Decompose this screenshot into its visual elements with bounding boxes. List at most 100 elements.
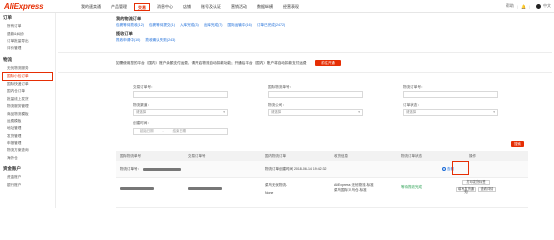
sidebar-group-orders: 订单 [3,15,12,20]
chevron-down-icon: ▾ [358,110,360,114]
filter-completed[interactable]: 订单已完成(2472) [257,23,285,28]
channel-select[interactable]: 请选择 ▾ [133,109,228,116]
logistics-order-input[interactable] [403,91,498,98]
sidebar-item-declaration[interactable]: 申报管理 [0,140,55,147]
row-order-label: 物流订单号： [120,167,141,171]
help-link[interactable]: 帮助 [506,3,514,9]
date-range-separator: - [162,129,164,133]
view-details-button[interactable]: 查看详情 [478,187,496,192]
sidebar-item-product-template[interactable]: 商品物流模板 [0,110,55,117]
sidebar-item-freight-template[interactable]: 运费模板 [0,118,55,125]
aliexpress-logo[interactable]: AliExpress [4,2,44,11]
fill-notice-button[interactable]: 填写发货通知 [456,187,476,194]
sidebar-item-shipping-mgmt[interactable]: 发货管理 [0,133,55,140]
nav-performance[interactable]: 经营表现 [280,3,302,11]
filter-awaiting-pickup[interactable]: 包裹等待揽收(12) [116,23,144,28]
sidebar: 订单 所有订单 退款&纠纷 订单批量导出 评价管理 物流 无忧物流服务 国际小包… [0,13,56,208]
auto-deduct-notice: 如需使用您的平台（国内）账户余额支付运费，请开启物流自动扣款功能；开通后平台（国… [116,61,307,65]
sidebar-item-refunds[interactable]: 退款&纠纷 [0,30,55,37]
masked-trade-order [188,187,222,190]
divider [58,72,552,73]
masked-tracking-number [120,187,154,190]
masked-order-number [143,168,181,171]
chevron-down-icon: ▾ [223,110,225,114]
enable-auto-deduct-button[interactable]: 前往开通 [315,60,341,66]
nav-data[interactable]: 数据纵横 [254,3,276,11]
trade-order-input[interactable] [133,91,228,98]
table-row: 菜鸟无忧物流- None AliExpress 无忧物流-标准 菜鸟国际义乌仓-… [116,178,528,208]
carrier-select-value: 请选择 [271,110,282,114]
pickup-filters: 揽收申请中(10) 揽收确认失败(243) [116,38,180,43]
sidebar-group-funds: 资金账户 [3,166,21,171]
col-order-status: 物流订单状态 [401,154,422,158]
sidebar-item-solution-query[interactable]: 物流方案查询 [0,147,55,154]
info-icon: i [442,167,446,172]
carrier-label: 物流公司： [268,103,286,107]
sidebar-item-fund-account[interactable]: 资金账户 [0,174,55,181]
sidebar-item-logistics-service[interactable]: 物流服务管理 [0,103,55,110]
date-start[interactable]: 起始日期 [140,129,154,133]
filter-inbound-done[interactable]: 入库完成(3) [180,23,199,28]
sidebar-group-logistics: 物流 [3,56,12,62]
sidebar-item-intl-packet-orders[interactable]: 国际小包订单 [2,71,53,81]
sidebar-item-bank-account[interactable]: 银行账户 [0,181,55,188]
nav-account[interactable]: 账号及认证 [198,3,224,11]
trade-order-label: 交易订单号： [133,85,155,89]
order-status-select[interactable]: 请选择 ▾ [403,109,498,116]
sidebar-item-export[interactable]: 订单批量导出 [0,38,55,45]
top-right-tools: 帮助 | 🔔 | 中文 [506,3,551,9]
separator: | [528,3,530,9]
sidebar-item-reviews[interactable]: 评价管理 [0,45,55,52]
channel-select-value: 请选择 [136,110,147,114]
avatar[interactable] [536,3,541,9]
date-end[interactable]: 结束日期 [173,129,187,133]
col-domestic-order: 国内物流订单 [265,154,286,158]
channel-label: 物流渠道： [133,103,151,107]
sidebar-item-overseas[interactable]: 海外仓 [0,155,55,162]
sidebar-item-all-orders[interactable]: 所有订单 [0,23,55,30]
nav-products[interactable]: 产品管理 [108,3,130,11]
warehouse-name: 菜鸟国际义乌仓-标准 [334,188,367,192]
divider [58,52,552,53]
nav-store[interactable]: 店铺 [180,3,194,11]
sidebar-item-intl-express[interactable]: 国际快递订单 [0,81,55,88]
created-time-label: 创建时间： [133,121,151,125]
filter-outbound-done[interactable]: 出库完成(7) [204,23,223,28]
col-receiver-info: 收货信息 [334,154,348,158]
filter-pickup-applying[interactable]: 揽收申请中(10) [116,38,140,43]
nav-trade[interactable]: 交易 [134,3,150,11]
carrier-select[interactable]: 请选择 ▾ [268,109,363,116]
order-status-label: 订单状态： [403,103,421,107]
sidebar-item-batch-ship[interactable]: 批量线上发货 [0,96,55,103]
nav-my-aliexpress[interactable]: 我的速卖通 [78,3,104,11]
carrier-sub: None [265,191,274,195]
filter-awaiting-submit[interactable]: 包裹等待提交(1) [149,23,175,28]
col-trade-order: 交易订单号 [188,154,206,158]
top-bar: AliExpress 我的速卖通 产品管理 交易 消息中心 店铺 账号及认证 营… [0,0,554,13]
order-status-badge: 等待揽收完成 [401,185,422,189]
filter-pickup-failed[interactable]: 揽收确认失败(243) [145,38,175,43]
col-intl-tracking: 国际物流单号 [120,154,141,158]
sidebar-item-domestic-warehouse[interactable]: 国内仓订单 [0,88,55,95]
sidebar-item-worry-free[interactable]: 无忧物流服务 [0,65,55,72]
col-actions: 操作 [469,154,476,158]
detail-highlight-box [452,161,469,175]
nav-marketing[interactable]: 营销活动 [228,3,250,11]
row-created-time: 物流订单创建时间 2018-06-14 19:42:32 [265,167,327,171]
sidebar-item-address[interactable]: 地址管理 [0,125,55,132]
date-range-input[interactable]: 起始日期 - 结束日期 [133,128,228,135]
separator: | [516,3,518,9]
status-filters: 包裹等待揽收(12) 包裹等待提交(1) 入库完成(3) 出库完成(7) 国际运… [116,23,290,28]
nav-messages[interactable]: 消息中心 [154,3,176,11]
language-switch[interactable]: 中文 [543,3,551,9]
filter-in-transit[interactable]: 国际运输中(16) [227,23,251,28]
my-logistics-orders-title: 我的物流订单 [116,16,142,21]
order-status-select-value: 请选择 [406,110,417,114]
print-label-button[interactable]: 打印发货标签 [462,180,490,185]
chevron-down-icon: ▾ [493,110,495,114]
top-nav: 我的速卖通 产品管理 交易 消息中心 店铺 账号及认证 营销活动 数据纵横 经营… [78,3,306,11]
intl-tracking-input[interactable] [268,91,363,98]
search-button[interactable]: 搜索 [511,141,524,147]
bell-icon[interactable]: 🔔 [521,4,526,9]
table-header: 国际物流单号 交易订单号 国内物流订单 收货信息 物流订单状态 操作 [116,151,528,161]
